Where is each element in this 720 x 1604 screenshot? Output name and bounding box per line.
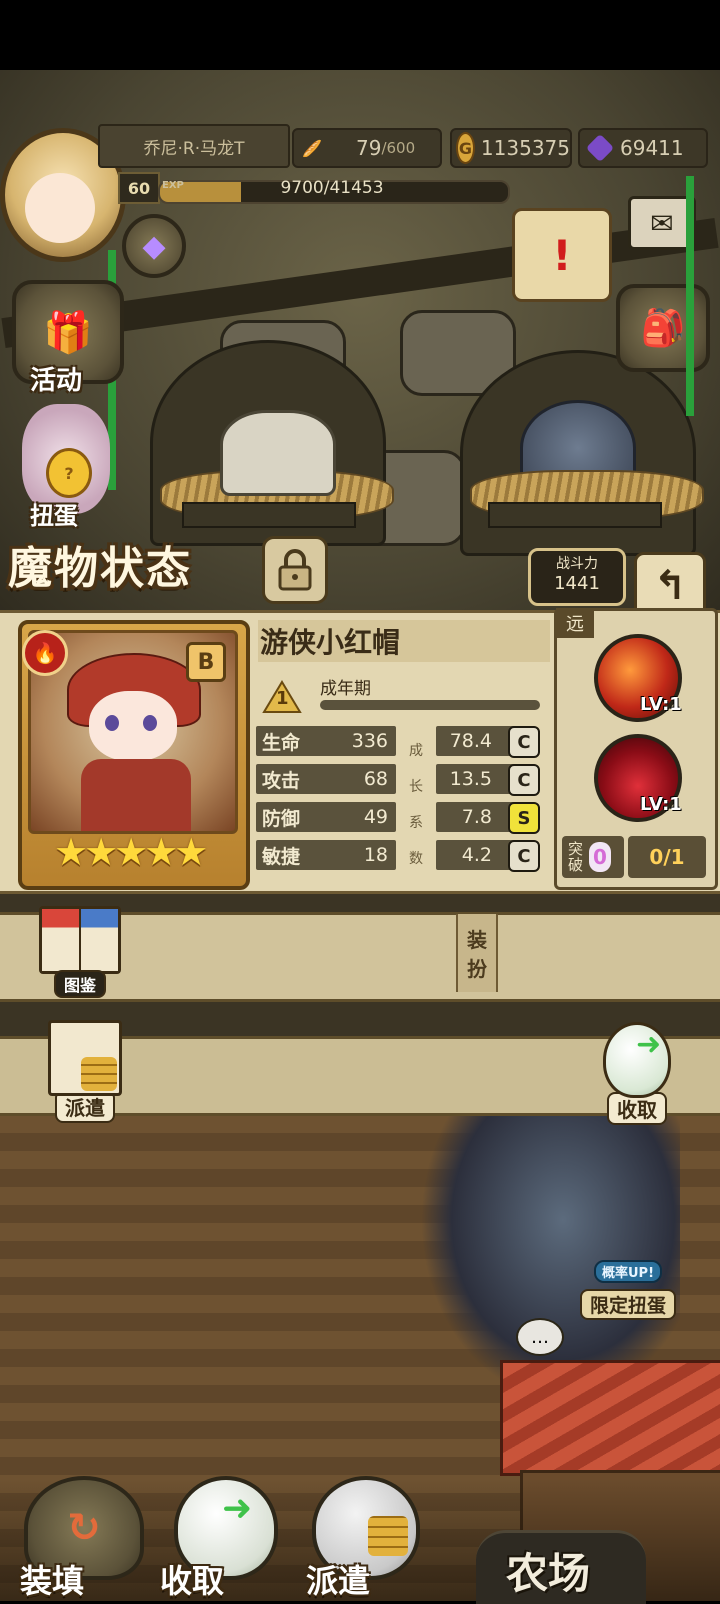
portrait-eye [143, 715, 157, 731]
stamina-counter[interactable]: 🥖 79 /600 [292, 128, 442, 168]
growth-stage-bar [320, 700, 540, 710]
padlock-icon [278, 549, 312, 591]
grade-badge: S [508, 802, 540, 834]
growth-coef-label: 数 [409, 851, 423, 867]
chat-bubble-icon[interactable]: … [516, 1318, 564, 1356]
coin-stack-icon [368, 1516, 408, 1556]
gold-counter[interactable]: G 1135375 [450, 128, 572, 168]
grade-badge: C [508, 726, 540, 758]
breakthrough-count: 0 [589, 842, 612, 872]
dispatch-button[interactable]: 派遣 [40, 1020, 130, 1123]
dressup-label: 装 [467, 928, 487, 952]
envelope-icon: ✉ [650, 206, 674, 240]
growth-stage-label: 成年期 [320, 679, 371, 699]
gold-coin-icon: G [456, 132, 475, 164]
fire-element-icon: 🔥 [22, 630, 68, 676]
breakthrough-label: 突 [568, 840, 584, 858]
lock-button[interactable] [262, 536, 328, 604]
skill-level: LV:1 [640, 694, 682, 715]
grade-badge: C [508, 840, 540, 872]
activity-label: 活动 [30, 366, 83, 396]
nest-slot-bar [488, 502, 662, 528]
player-level: 60 [118, 172, 160, 204]
side-bar-divider [686, 176, 694, 416]
egg-arrow-icon: ➜ [603, 1022, 671, 1098]
portrait-face [89, 691, 177, 761]
dressup-label: 扮 [467, 957, 487, 981]
growth-stage-icon: 1 [262, 680, 302, 714]
farm-label: 农场 [506, 1549, 591, 1598]
system-status-bar [0, 0, 720, 70]
growth-coef-label: 成 [409, 743, 423, 759]
limited-gacha-label: 限定扭蛋 [579, 1289, 676, 1320]
monster-rank: B [186, 642, 226, 682]
stamina-value: 79 [356, 136, 382, 160]
codex-button[interactable]: 图鉴 [30, 906, 130, 998]
stat-agility: 敏捷 18 [256, 840, 396, 870]
stat-name: 攻击 [262, 769, 301, 792]
bread-icon: 🥖 [302, 138, 322, 158]
stat-value: 336 [351, 730, 388, 752]
portrait-body [81, 759, 191, 831]
avatar-face [25, 173, 95, 243]
dispatch-nav-label: 派遣 [306, 1562, 371, 1600]
load-arrow-icon: ↻ [67, 1505, 101, 1551]
contract-coins-icon [48, 1020, 122, 1096]
gem-value: 69411 [620, 136, 684, 160]
rate-up-badge: 概率UP! [593, 1260, 662, 1283]
codex-label: 图鉴 [53, 970, 106, 998]
combat-power-label: 战斗力 [556, 556, 598, 572]
combat-power-value: 1441 [554, 573, 600, 594]
gem-plus-icon: ◆ [142, 228, 166, 264]
portrait-eye [105, 715, 119, 731]
stat-attack: 攻击 68 [256, 764, 396, 794]
gift-box-icon: 🎁 [43, 309, 93, 356]
range-tag: 远 [556, 608, 594, 638]
monster-status-title: 魔物状态 [8, 543, 192, 594]
growth-coef-label: 系 [409, 815, 423, 831]
nest-slot-bar [182, 502, 356, 528]
stat-name: 敏捷 [262, 845, 301, 868]
gold-value: 1135375 [480, 136, 570, 160]
collect-button[interactable]: ➜ 收取 [592, 1022, 682, 1125]
collect-arrow-icon: ➜ [222, 1488, 253, 1529]
gem-counter[interactable]: 69411 [578, 128, 708, 168]
exclamation-icon: ! [552, 230, 572, 280]
growth-stage-number: 1 [276, 688, 289, 709]
combat-power-box: 战斗力 1441 [528, 548, 626, 606]
stat-value: 68 [363, 768, 388, 790]
growth-coef-label: 长 [409, 779, 423, 795]
open-book-icon [39, 906, 121, 974]
stamina-max: /600 [381, 139, 416, 157]
dressup-button[interactable]: 装 扮 [456, 914, 498, 992]
stat-name: 防御 [262, 807, 301, 830]
purple-gem-icon [585, 133, 615, 163]
skill-level: LV:1 [640, 794, 682, 815]
stat-name: 生命 [262, 731, 301, 754]
return-arrow-icon: ↰ [653, 563, 687, 609]
gacha-egg-icon: ? [46, 448, 92, 498]
breakthrough-box: 突 破 0 [562, 836, 624, 878]
exp-text: 9700/41453 [280, 178, 384, 198]
monster-name: 游侠小红帽 [258, 620, 550, 662]
breakthrough-label: 破 [568, 856, 584, 874]
star-rating: ★★★★★ [54, 830, 208, 874]
limited-gacha-button[interactable]: 概率UP! 限定扭蛋 [562, 1200, 694, 1320]
collect-nav-label: 收取 [160, 1562, 225, 1600]
add-gems-button[interactable]: ◆ [122, 214, 186, 278]
broken-egg-icon [220, 410, 336, 496]
stat-defense: 防御 49 [256, 802, 396, 832]
player-name: 乔尼·R·马龙T [98, 124, 290, 168]
gacha-label: 扭蛋 [30, 502, 78, 530]
stat-value: 49 [363, 806, 388, 828]
stat-hp: 生命 336 [256, 726, 396, 756]
stat-value: 18 [363, 844, 388, 866]
quest-scroll-button[interactable]: ! [512, 208, 612, 302]
farm-roof [500, 1360, 720, 1476]
load-label: 装填 [20, 1562, 85, 1600]
grade-badge: C [508, 764, 540, 796]
backpack-icon: 🎒 [640, 308, 686, 349]
breakthrough-progress[interactable]: 0/1 [628, 836, 706, 878]
backpack-button[interactable]: 🎒 [616, 284, 710, 372]
